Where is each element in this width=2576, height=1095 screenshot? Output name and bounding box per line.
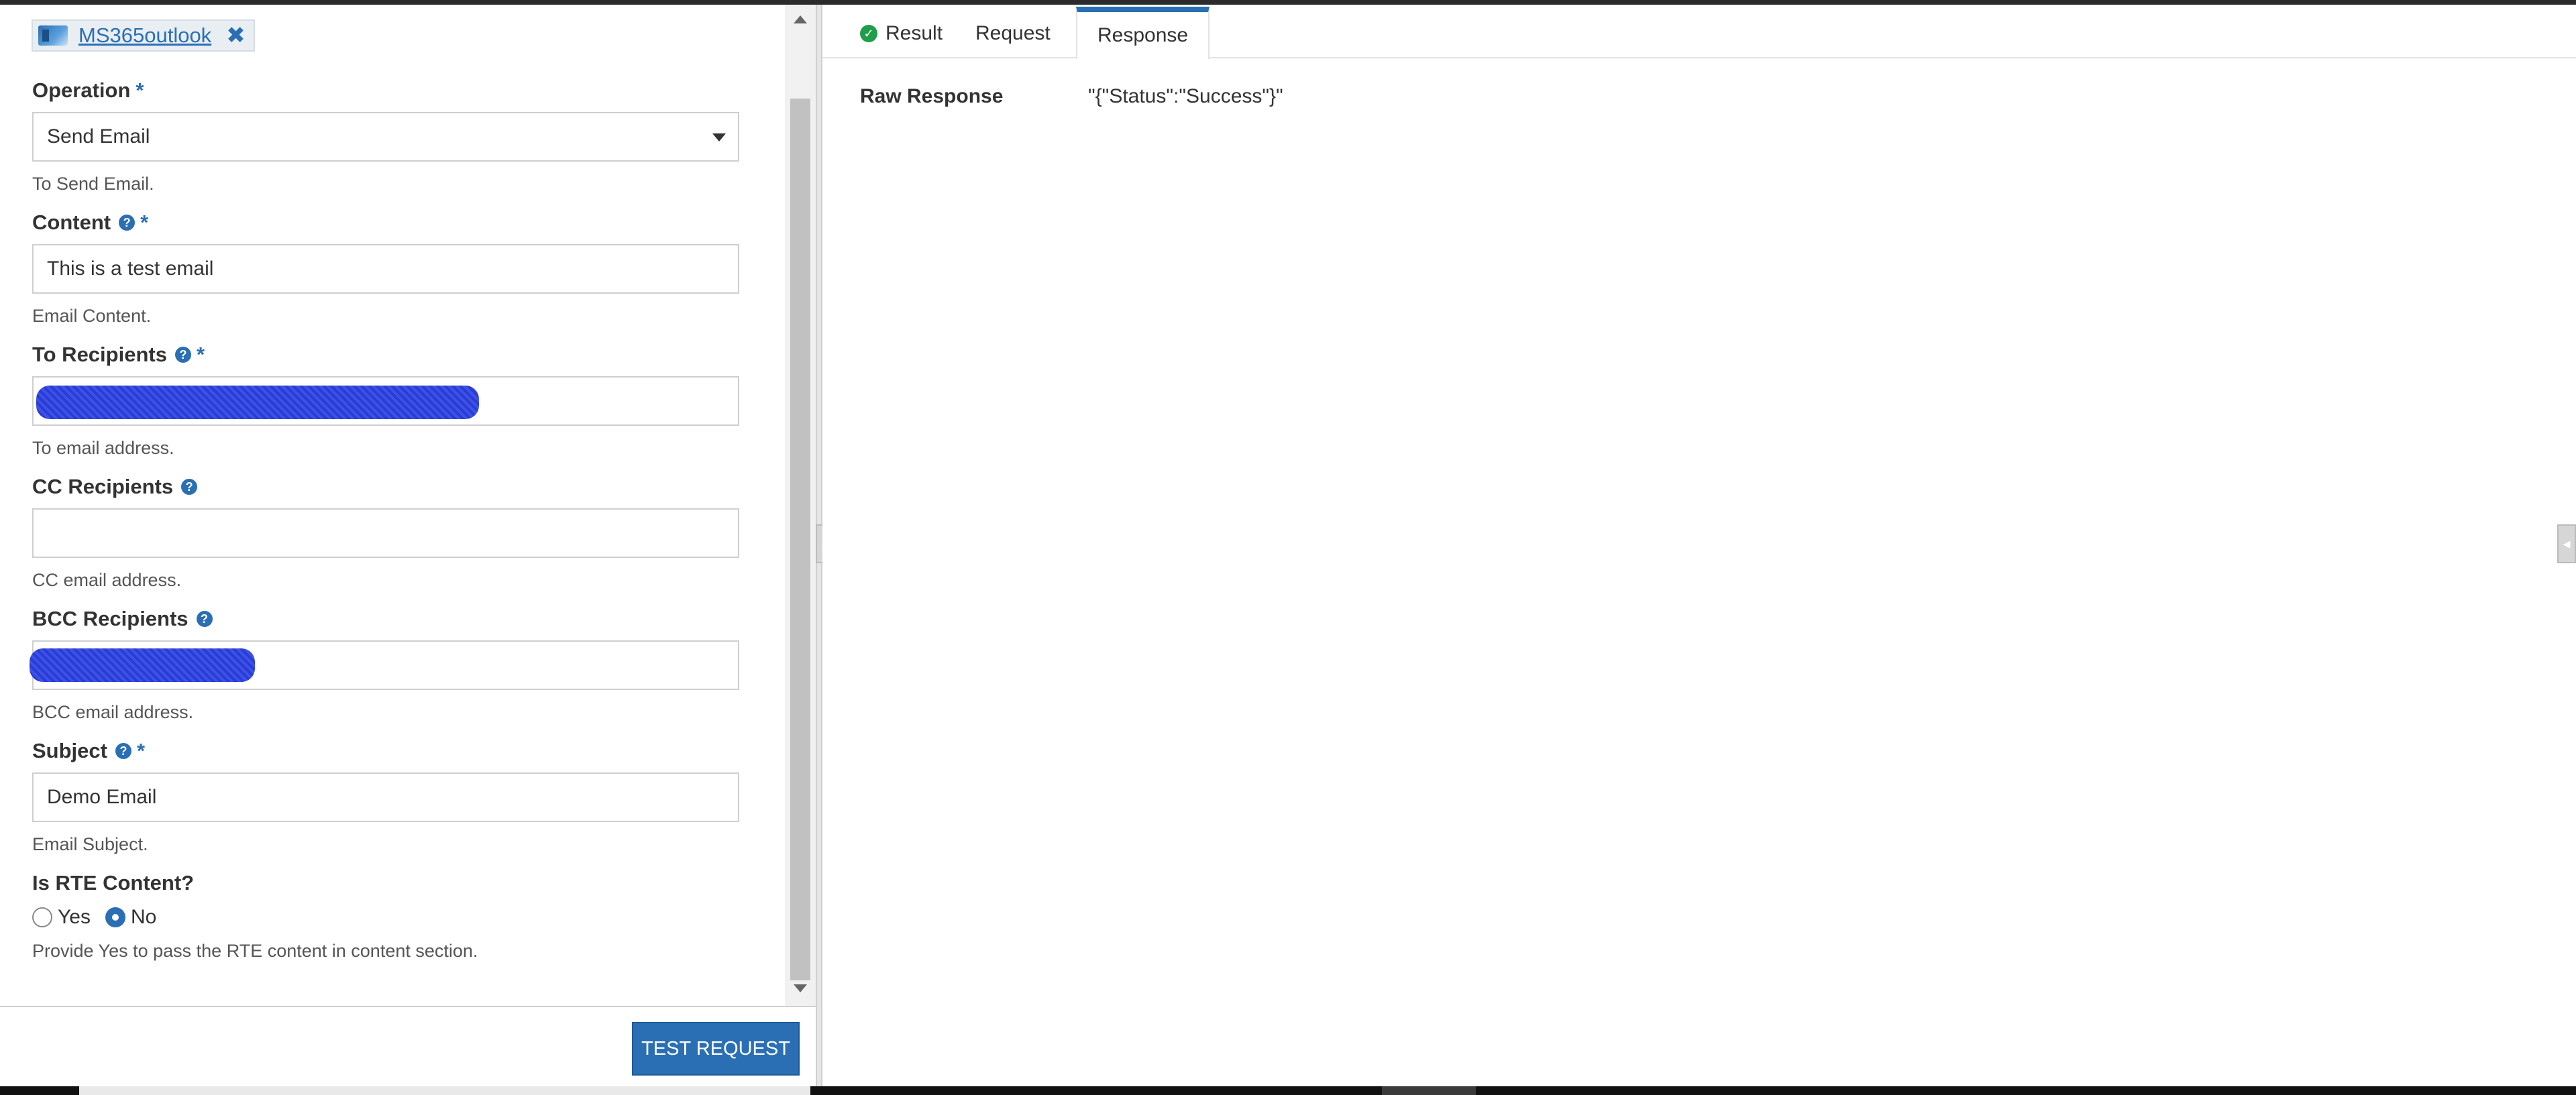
bcc-recipients-input[interactable] [30,640,739,690]
response-panel: ✓ Result Request Response Raw Response "… [822,5,2576,1086]
required-marker: * [136,739,146,762]
help-icon[interactable]: ? [174,347,191,363]
raw-response-value: "{"Status":"Success"}" [1088,85,1283,107]
to-recipients-label: To Recipients [32,343,167,366]
window-top-edge [0,0,2576,5]
radio-yes[interactable] [32,907,52,927]
subject-hint: Email Subject. [32,834,148,854]
bcc-recipients-field: BCC Recipients ? BCC email address. [30,606,739,723]
cc-recipients-field: CC Recipients ? CC email address. [32,473,739,591]
horizontal-scroll-thumb[interactable] [79,1086,810,1095]
subject-field: Subject ? * Demo Email Email Subject. [32,738,739,855]
request-form-panel: MS365outlook ✖ Operation * Send Email To… [0,5,792,1006]
app-window: MS365outlook ✖ Operation * Send Email To… [0,0,2576,1095]
content-input-value: This is a test email [47,257,214,280]
cc-recipients-input[interactable] [32,508,739,558]
cc-recipients-hint: CC email address. [32,570,182,590]
connection-link[interactable]: MS365outlook [78,23,211,48]
connection-tag: MS365outlook ✖ [32,19,255,52]
scrollbar-thumb[interactable] [790,99,810,980]
radio-no-label[interactable]: No [131,906,156,929]
collapse-right-handle-icon[interactable]: ◂ [2557,524,2576,563]
subject-label: Subject [32,739,107,762]
bcc-recipients-label-row: BCC Recipients ? [32,606,739,632]
chevron-down-icon[interactable] [712,133,726,141]
content-field: Content ? * This is a test email Email C… [32,209,739,327]
content-hint: Email Content. [32,306,152,326]
remove-connection-icon[interactable]: ✖ [226,22,246,49]
bcc-recipients-hint: BCC email address. [32,702,194,722]
tab-result[interactable]: ✓ Result [840,9,963,58]
operation-field: Operation * Send Email To Send Email. [32,77,739,194]
form-scroll-area[interactable]: MS365outlook ✖ Operation * Send Email To… [0,5,792,1006]
required-marker: * [140,211,149,234]
left-scrollbar[interactable] [785,5,816,1006]
help-icon[interactable]: ? [115,743,131,759]
to-recipients-input[interactable] [32,376,739,426]
raw-response-row: Raw Response "{"Status":"Success"}" [860,85,1283,108]
redaction-scribble [30,648,255,682]
horizontal-scroll-thumb-secondary[interactable] [1382,1086,1476,1095]
help-icon[interactable]: ? [181,479,198,495]
scroll-up-arrow-icon[interactable] [794,15,807,23]
is-rte-hint: Provide Yes to pass the RTE content in c… [32,941,478,961]
help-icon[interactable]: ? [119,215,136,231]
result-tabs: ✓ Result Request Response [822,5,2576,59]
operation-selected-value: Send Email [47,125,150,148]
subject-label-row: Subject ? * [32,738,739,764]
content-label: Content [32,211,111,234]
operation-label: Operation [32,78,131,102]
required-marker: * [136,78,144,102]
subject-input[interactable]: Demo Email [32,772,739,822]
radio-yes-label[interactable]: Yes [58,906,91,929]
cc-recipients-label-row: CC Recipients ? [32,473,739,500]
connector-logo-icon [38,25,68,46]
tab-request[interactable]: Request [955,9,1071,58]
content-input[interactable]: This is a test email [32,244,739,294]
tab-request-label: Request [975,22,1051,44]
subject-input-value: Demo Email [47,786,157,808]
redaction-scribble [36,386,479,419]
bcc-recipients-label: BCC Recipients [32,607,189,630]
content-label-row: Content ? * [32,209,739,236]
is-rte-radio-group: Yes No [32,906,739,929]
help-icon[interactable]: ? [196,611,213,627]
is-rte-label: Is RTE Content? [32,871,195,895]
required-marker: * [196,343,205,366]
test-request-button[interactable]: TEST REQUEST [632,1022,800,1076]
radio-no[interactable] [105,907,125,927]
tab-result-label: Result [885,22,943,44]
operation-select[interactable]: Send Email [32,112,739,162]
form-footer: TEST REQUEST [0,1006,816,1088]
check-circle-icon: ✓ [860,25,877,42]
scroll-down-arrow-icon[interactable] [794,984,807,992]
to-recipients-label-row: To Recipients ? * [32,341,739,368]
to-recipients-hint: To email address. [32,438,174,458]
cc-recipients-label: CC Recipients [32,475,174,498]
is-rte-field: Is RTE Content? Yes No Provide Yes to pa… [32,870,739,962]
tab-response[interactable]: Response [1076,7,1210,59]
operation-label-row: Operation * [32,77,739,104]
operation-hint: To Send Email. [32,174,154,194]
tab-response-label: Response [1097,24,1189,46]
raw-response-label: Raw Response [860,85,1004,107]
to-recipients-field: To Recipients ? * To email address. [32,341,739,459]
